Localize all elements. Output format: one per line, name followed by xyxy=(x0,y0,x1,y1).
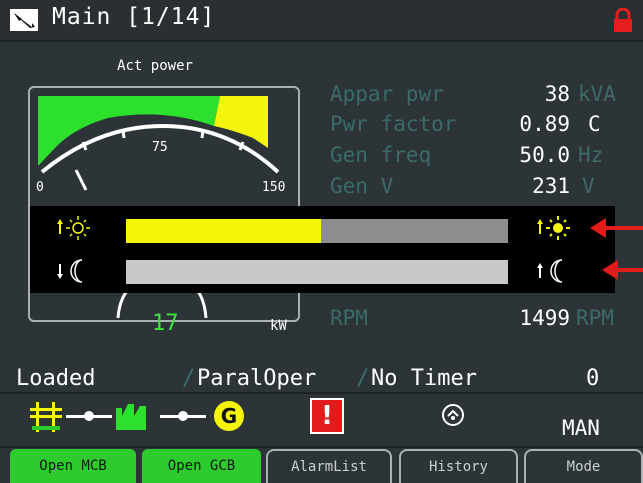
measure-unit-power-factor: C xyxy=(588,112,601,136)
sun-right-icon[interactable] xyxy=(534,212,574,244)
mains-icon xyxy=(30,402,62,432)
measure-unit-apparent-power: kVA xyxy=(578,82,616,106)
brightness-overlay xyxy=(30,206,615,293)
day-brightness-bar[interactable] xyxy=(126,219,508,243)
measure-value-apparent-power: 38 xyxy=(544,82,570,106)
status-state: Loaded xyxy=(16,366,96,391)
moon-down-icon[interactable] xyxy=(54,256,94,286)
page-title: Main [1/14] xyxy=(52,4,216,30)
open-gcb-button[interactable]: Open GCB xyxy=(142,449,261,483)
callout-arrowhead-day xyxy=(590,218,606,238)
moon-right-icon[interactable] xyxy=(534,256,574,286)
measure-value-rpm: 1499 xyxy=(519,306,570,330)
measure-value-gen-v: 231 xyxy=(532,174,570,198)
measure-unit-rpm: RPM xyxy=(576,306,614,330)
alarm-list-button[interactable]: AlarmList xyxy=(266,449,392,483)
generator-icon: G xyxy=(214,401,244,431)
status-count: 0 xyxy=(586,366,600,391)
measure-label-apparent-power: Appar pwr xyxy=(330,82,444,106)
gauge-min-label: 0 xyxy=(36,180,44,195)
mcb-icon xyxy=(66,411,112,421)
measure-unit-gen-freq: Hz xyxy=(578,143,604,167)
history-button[interactable]: History xyxy=(399,449,518,483)
status-separator: / xyxy=(182,366,196,391)
night-brightness-fill xyxy=(126,260,508,284)
gauge-max-label: 150 xyxy=(262,180,286,195)
night-brightness-bar[interactable] xyxy=(126,260,508,284)
gauge-value: 17 xyxy=(152,311,179,336)
callout-arrow-day xyxy=(600,226,643,230)
mode-label: MAN xyxy=(562,416,600,440)
history-icon xyxy=(442,404,464,426)
alarm-icon: ! xyxy=(310,398,344,434)
gcb-icon xyxy=(160,411,206,421)
gauge-mid-label: 75 xyxy=(152,140,168,155)
status-separator: / xyxy=(356,366,370,391)
open-mcb-button[interactable]: Open MCB xyxy=(10,449,136,483)
measure-label-gen-freq: Gen freq xyxy=(330,143,432,167)
measure-value-power-factor: 0.89 xyxy=(519,112,570,136)
load-icon xyxy=(116,404,146,430)
status-timer: No Timer xyxy=(371,366,477,391)
callout-arrowhead-night xyxy=(602,260,618,280)
gauge-title: Act power xyxy=(117,58,193,74)
measure-label-power-factor: Pwr factor xyxy=(330,112,457,136)
sun-up-icon[interactable] xyxy=(54,212,94,244)
measure-label-gen-v: Gen V xyxy=(330,174,394,198)
gauge-yellow-zone xyxy=(214,96,268,148)
measure-value-gen-freq: 50.0 xyxy=(519,143,570,167)
gauge-needle xyxy=(74,169,88,191)
screen-icon xyxy=(10,9,38,31)
lock-icon xyxy=(612,7,634,36)
mode-button[interactable]: Mode xyxy=(524,449,643,483)
status-mode: ParalOper xyxy=(197,366,317,391)
gauge-unit: kW xyxy=(270,318,287,334)
day-brightness-fill xyxy=(126,219,321,243)
measure-unit-gen-v: V xyxy=(582,174,595,198)
measure-label-rpm: RPM xyxy=(330,306,368,330)
